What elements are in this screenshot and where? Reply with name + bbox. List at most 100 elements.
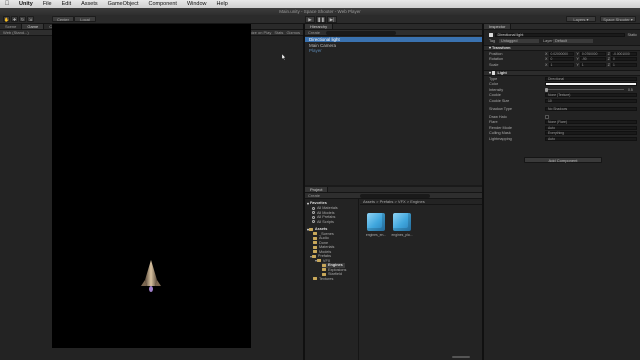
tab-hierarchy[interactable]: Hierarchy bbox=[305, 24, 334, 29]
layer-dropdown[interactable]: Default bbox=[553, 38, 593, 43]
light-prop-label: Cookie bbox=[489, 93, 501, 98]
hierarchy-item-label: Main Camera bbox=[309, 42, 337, 48]
light-shadow-row: Shadow Type No Shadows bbox=[484, 106, 640, 112]
scale-tool-icon[interactable]: ⇲ bbox=[27, 16, 34, 22]
aspect-dropdown[interactable]: Web (Stand...) bbox=[3, 30, 29, 35]
hierarchy-search-input[interactable] bbox=[326, 30, 397, 35]
rotate-tool-icon[interactable]: ↻ bbox=[19, 16, 26, 22]
transform-title: Transform bbox=[491, 45, 511, 50]
hierarchy-item-label: Player bbox=[309, 48, 322, 53]
position-z-field[interactable]: -0.0001000 bbox=[610, 51, 637, 56]
rotation-y-field[interactable]: -90 bbox=[579, 57, 606, 62]
play-button[interactable]: ▶ bbox=[305, 16, 315, 23]
tab-game[interactable]: Game bbox=[22, 24, 45, 29]
scale-y-field[interactable]: 1 bbox=[579, 62, 606, 67]
hand-tool-icon[interactable]: ✋ bbox=[3, 16, 10, 22]
folder-icon bbox=[322, 268, 326, 272]
cookie-field[interactable]: None (Texture) bbox=[545, 93, 637, 98]
add-component-label: Add Component bbox=[548, 157, 578, 163]
light-lightmapping-row: Lightmapping Auto bbox=[484, 136, 640, 142]
search-icon bbox=[312, 220, 315, 224]
asset-prefab[interactable]: engines_en... bbox=[365, 213, 387, 237]
local-label: Local bbox=[80, 16, 90, 22]
cookie-size-field[interactable]: 10 bbox=[545, 98, 637, 103]
add-component-button[interactable]: Add Component bbox=[524, 157, 602, 163]
light-prop-label: Lightmapping bbox=[489, 136, 512, 141]
folder-item[interactable]: Textures bbox=[313, 277, 333, 282]
layer-label: Layer bbox=[543, 38, 553, 43]
pivot-label: Center bbox=[56, 16, 69, 22]
layers-dropdown[interactable]: Layers ▾ bbox=[566, 16, 596, 22]
light-header[interactable]: ▾ Light bbox=[484, 70, 640, 76]
active-checkbox[interactable] bbox=[489, 33, 493, 37]
menu-component[interactable]: Component bbox=[144, 1, 182, 7]
asset-name: engines_pla... bbox=[391, 233, 413, 237]
culling-mask-dropdown[interactable]: Everything bbox=[545, 131, 637, 136]
tab-project[interactable]: Project bbox=[305, 187, 329, 192]
draw-halo-checkbox[interactable] bbox=[545, 115, 549, 119]
menu-window[interactable]: Window bbox=[182, 1, 212, 7]
intensity-slider-thumb[interactable] bbox=[545, 87, 548, 92]
position-x-field[interactable]: 0.02000000 bbox=[548, 51, 575, 56]
lightmapping-dropdown[interactable]: Auto bbox=[545, 136, 637, 141]
hierarchy-toolbar: Create bbox=[305, 30, 482, 36]
hierarchy-create-button[interactable]: Create bbox=[308, 30, 320, 35]
hierarchy-item-player[interactable]: Player bbox=[305, 48, 482, 53]
menu-help[interactable]: Help bbox=[212, 1, 233, 7]
inspector-tabbar: Inspector bbox=[484, 24, 640, 30]
pivot-toggle[interactable]: Center bbox=[52, 16, 74, 22]
folder-icon bbox=[322, 263, 326, 267]
light-prop-label: Culling Mask bbox=[489, 131, 511, 136]
local-toggle[interactable]: Local bbox=[74, 16, 96, 22]
scale-z-field[interactable]: 1 bbox=[610, 62, 637, 67]
transform-header[interactable]: ▾ Transform bbox=[484, 45, 640, 51]
tab-inspector[interactable]: Inspector bbox=[484, 24, 512, 29]
breadcrumb-path[interactable]: Assets > Prefabs > VFX > Engines bbox=[363, 199, 425, 204]
light-prop-label: Intensity bbox=[489, 87, 504, 92]
position-y-field[interactable]: 0.0760000 bbox=[579, 51, 606, 56]
render-mode-dropdown[interactable]: Auto bbox=[545, 125, 637, 130]
light-type-dropdown[interactable]: Directional bbox=[545, 76, 637, 81]
favorites-header[interactable]: ▾ Favorites bbox=[307, 201, 327, 206]
tag-layer-row: Tag Untagged Layer Default bbox=[484, 38, 640, 44]
hierarchy-item-main-camera[interactable]: Main Camera bbox=[305, 43, 482, 48]
rotation-z-field[interactable]: 0 bbox=[610, 57, 637, 62]
menu-gameobject[interactable]: GameObject bbox=[103, 1, 144, 7]
light-title: Light bbox=[497, 70, 507, 75]
game-viewport[interactable] bbox=[52, 24, 251, 348]
scale-x-field[interactable]: 1 bbox=[548, 62, 575, 67]
flare-field[interactable]: None (Flare) bbox=[545, 120, 637, 125]
thumbnail-size-slider[interactable] bbox=[452, 356, 470, 358]
stats-toggle[interactable]: Stats bbox=[274, 30, 286, 35]
apple-icon[interactable]:  bbox=[0, 1, 14, 7]
rotation-x-field[interactable]: 0 bbox=[548, 57, 575, 62]
favorite-item[interactable]: All Scripts bbox=[312, 220, 334, 225]
intensity-slider[interactable] bbox=[545, 87, 624, 92]
favorite-item-label: All Scripts bbox=[317, 219, 334, 224]
project-search-input[interactable] bbox=[360, 193, 431, 198]
object-name-field[interactable]: Directional light bbox=[494, 33, 625, 37]
tag-dropdown[interactable]: Untagged bbox=[499, 38, 539, 43]
move-tool-icon[interactable]: ✚ bbox=[11, 16, 18, 22]
step-button[interactable]: ▶| bbox=[327, 16, 337, 23]
project-create-button[interactable]: Create bbox=[308, 193, 320, 198]
asset-prefab[interactable]: engines_pla... bbox=[391, 213, 413, 237]
light-color-swatch[interactable] bbox=[545, 82, 637, 87]
project-folder-tree: ▾ Favorites All Materials All Models All… bbox=[305, 199, 359, 360]
folder-icon bbox=[313, 241, 317, 245]
shadow-type-dropdown[interactable]: No Shadows bbox=[545, 106, 637, 111]
menu-app-unity[interactable]: Unity bbox=[14, 1, 38, 7]
layout-dropdown[interactable]: Space Shooter ▾ bbox=[600, 16, 636, 22]
asset-name: engines_en... bbox=[365, 233, 387, 237]
menu-edit[interactable]: Edit bbox=[57, 1, 76, 7]
gizmos-toggle[interactable]: Gizmos bbox=[286, 30, 300, 35]
intensity-value[interactable]: 0.5 bbox=[628, 88, 640, 92]
static-toggle[interactable]: Static bbox=[625, 33, 640, 37]
tab-scene[interactable]: Scene bbox=[0, 24, 23, 29]
pause-button[interactable]: ❚❚ bbox=[316, 16, 326, 23]
menu-file[interactable]: File bbox=[38, 1, 57, 7]
hierarchy-item-directional-light[interactable]: Directional light bbox=[305, 37, 482, 42]
tab-scene-label: Scene bbox=[5, 24, 17, 29]
light-enabled-checkbox[interactable] bbox=[491, 71, 496, 75]
menu-assets[interactable]: Assets bbox=[76, 1, 103, 7]
